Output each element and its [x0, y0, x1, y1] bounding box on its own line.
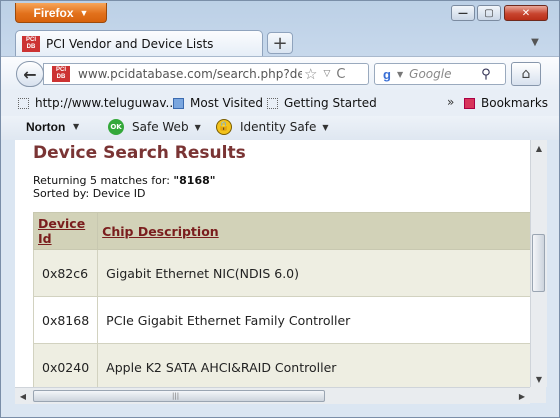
chip-description-cell: Gigabit Ethernet NIC(NDIS 6.0): [97, 249, 530, 297]
new-tab-button[interactable]: +: [267, 32, 293, 54]
favicon-text-top: PCI: [25, 36, 36, 43]
table-row: 0x0240 Apple K2 SATA AHCI&RAID Controlle…: [32, 343, 530, 387]
chevron-down-icon[interactable]: ▼: [73, 122, 79, 131]
chevron-down-icon: ▼: [79, 7, 89, 18]
url-bar[interactable]: PCI DB www.pcidatabase.com/search.php?de…: [43, 63, 369, 85]
scroll-up-arrow-icon[interactable]: ▲: [531, 140, 547, 156]
horizontal-scroll-thumb[interactable]: |||: [33, 390, 325, 402]
bookmarks-toolbar: http://www.teluguwav... Most Visited Get…: [1, 90, 559, 116]
more-bookmarks-icon[interactable]: »: [447, 95, 454, 109]
bookmark-label: http://www.teluguwav...: [35, 96, 177, 110]
search-icon[interactable]: ⚲: [481, 67, 491, 82]
scrollbar-corner: [530, 387, 546, 403]
bookmark-label: Getting Started: [284, 96, 377, 110]
device-id-cell: 0x8168: [32, 296, 99, 344]
title-bar: Firefox ▼ — ▢ ✕: [1, 1, 559, 27]
scroll-left-arrow-icon[interactable]: ◀: [15, 388, 31, 404]
bookmark-star-icon[interactable]: ☆: [304, 65, 317, 83]
scroll-down-arrow-icon[interactable]: ▼: [531, 371, 547, 387]
norton-menu-button[interactable]: Norton: [26, 120, 65, 134]
lock-icon: 🔒: [216, 119, 232, 135]
reload-icon[interactable]: C: [336, 67, 345, 82]
norton-toolbar: Norton ▼ OK Safe Web ▼ 🔒 Identity Safe ▼: [1, 116, 559, 140]
bookmark-label: Most Visited: [190, 96, 264, 110]
site-identity-icon[interactable]: PCI DB: [52, 66, 70, 82]
identity-safe-button[interactable]: 🔒 Identity Safe ▼: [216, 119, 329, 135]
page-content: Device Search Results Returning 5 matche…: [15, 140, 530, 387]
bookmarks-menu-button[interactable]: Bookmarks: [464, 96, 548, 110]
search-input[interactable]: Google: [409, 67, 481, 81]
pcidb-favicon-icon: PCI DB: [22, 35, 40, 52]
minimize-button[interactable]: —: [451, 5, 475, 21]
chip-description-cell: PCIe Gigabit Ethernet Family Controller: [97, 296, 530, 344]
bookmark-most-visited[interactable]: Most Visited: [173, 96, 263, 110]
home-button[interactable]: ⌂: [511, 62, 541, 86]
safe-web-label: Safe Web: [132, 120, 189, 134]
safe-web-button[interactable]: OK Safe Web ▼: [108, 119, 201, 135]
bookmarks-icon: [464, 97, 475, 109]
chip-description-cell: Apple K2 SATA AHCI&RAID Controller: [97, 343, 530, 387]
url-history-dropdown-icon[interactable]: ▽: [323, 69, 330, 79]
navigation-bar: PCI DB www.pcidatabase.com/search.php?de…: [1, 56, 559, 90]
site-icon-text-bottom: DB: [56, 74, 66, 80]
tab-pci-vendor[interactable]: PCI DB PCI Vendor and Device Lists: [15, 30, 263, 56]
horizontal-scrollbar[interactable]: ◀ ||| ▶: [15, 387, 530, 404]
grip-icon: |||: [172, 392, 180, 400]
chevron-down-icon: ▼: [194, 122, 201, 132]
favicon-text-bottom: DB: [26, 43, 36, 50]
vertical-scrollbar[interactable]: ▲ ▼: [530, 140, 547, 387]
sort-device-id-link[interactable]: Device Id: [38, 216, 85, 246]
firefox-menu-label: Firefox: [33, 5, 74, 20]
sorted-by-text: Sorted by: Device ID: [33, 187, 146, 200]
search-engine-dropdown-icon[interactable]: ▼: [397, 70, 403, 79]
list-all-tabs-button[interactable]: ▼: [527, 34, 543, 50]
page-icon: [18, 97, 29, 109]
column-header-device-id: Device Id: [32, 212, 99, 250]
back-arrow-icon: ←: [23, 64, 37, 84]
device-id-cell: 0x82c6: [32, 249, 99, 297]
search-query: "8168": [173, 174, 216, 187]
identity-safe-label: Identity Safe: [240, 120, 317, 134]
returning-text: Returning 5 matches for:: [33, 174, 174, 187]
bookmark-getting-started[interactable]: Getting Started: [267, 96, 377, 110]
maximize-button[interactable]: ▢: [477, 5, 501, 21]
url-text[interactable]: www.pcidatabase.com/search.php?device_: [78, 67, 302, 81]
page-icon: [267, 97, 278, 109]
site-icon-text-top: PCI: [55, 67, 66, 73]
folder-icon: [173, 97, 184, 109]
chevron-down-icon: ▼: [322, 122, 329, 132]
firefox-menu-button[interactable]: Firefox ▼: [15, 3, 107, 23]
tab-title: PCI Vendor and Device Lists: [46, 36, 214, 51]
sort-chip-description-link[interactable]: Chip Description: [102, 224, 219, 239]
vertical-scroll-thumb[interactable]: [532, 234, 545, 292]
search-summary: Returning 5 matches for: "8168" Sorted b…: [33, 174, 216, 200]
scroll-right-arrow-icon[interactable]: ▶: [514, 388, 530, 404]
table-row: 0x8168 PCIe Gigabit Ethernet Family Cont…: [32, 296, 530, 344]
browser-window: Firefox ▼ — ▢ ✕ PCI DB PCI Vendor and De…: [0, 0, 560, 418]
device-id-cell: 0x0240: [32, 343, 99, 387]
close-button[interactable]: ✕: [504, 5, 548, 21]
back-button[interactable]: ←: [16, 61, 44, 87]
results-table: Device Id Chip Description 0x82c6 Gigabi…: [32, 212, 530, 387]
bookmark-teluguwave[interactable]: http://www.teluguwav...: [18, 96, 177, 110]
search-box[interactable]: g ▼ Google ⚲: [374, 63, 506, 85]
tab-bar: PCI DB PCI Vendor and Device Lists + ▼: [1, 28, 559, 56]
safe-web-ok-icon: OK: [108, 119, 124, 135]
home-icon: ⌂: [521, 66, 531, 82]
page-title: Device Search Results: [33, 143, 246, 163]
column-header-chip-description: Chip Description: [97, 212, 530, 250]
table-row: 0x82c6 Gigabit Ethernet NIC(NDIS 6.0): [32, 249, 530, 297]
google-icon[interactable]: g: [379, 66, 395, 82]
bookmarks-label: Bookmarks: [481, 96, 549, 110]
